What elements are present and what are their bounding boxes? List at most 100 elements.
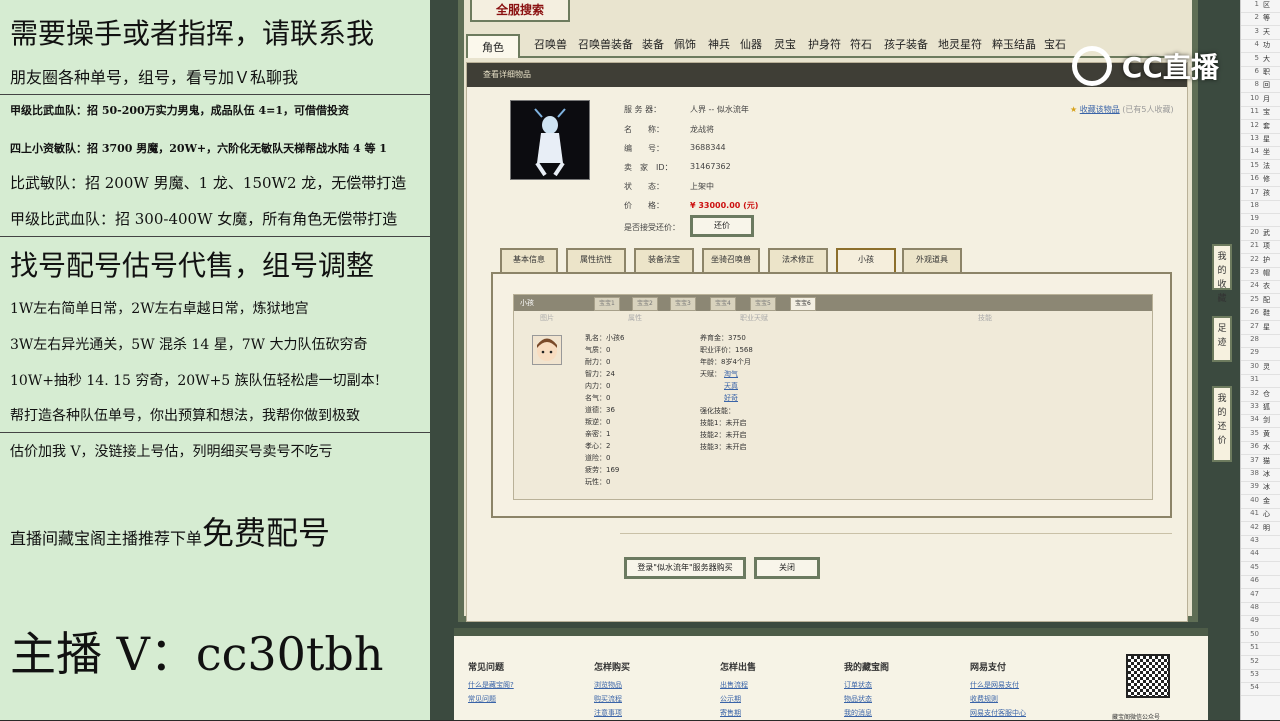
detail-tab-attr[interactable]: 属性抗性 xyxy=(566,248,626,272)
sheet-cell[interactable]: 回 xyxy=(1263,80,1280,90)
baby-tab-3[interactable]: 宝宝3 xyxy=(670,297,696,311)
sheet-cell[interactable]: 坐 xyxy=(1263,147,1280,157)
sheet-cell[interactable]: 星 xyxy=(1263,322,1280,332)
sheet-cell[interactable]: 鞋 xyxy=(1263,308,1280,318)
detail-tab-spell[interactable]: 法术修正 xyxy=(768,248,828,272)
detail-tab-mount[interactable]: 坐骑召唤兽 xyxy=(702,248,760,272)
footer-link[interactable]: 什么是藏宝阁? xyxy=(468,680,514,690)
child-stat: 内力：0 xyxy=(585,382,611,390)
talent-link[interactable]: 好奇 xyxy=(724,393,738,403)
sheet-cell[interactable]: 心 xyxy=(1263,509,1280,519)
detail-tab-basic[interactable]: 基本信息 xyxy=(500,248,558,272)
nav-tab-equip[interactable]: 装备 xyxy=(642,36,664,52)
sheet-cell[interactable]: 大 xyxy=(1263,54,1280,64)
sheet-cell[interactable]: 水 xyxy=(1263,442,1280,452)
sheet-cell[interactable]: 宝 xyxy=(1263,107,1280,117)
sheet-cell[interactable]: 等 xyxy=(1263,13,1280,23)
sheet-cell[interactable]: 冰 xyxy=(1263,482,1280,492)
footer-link[interactable]: 网易支付客服中心 xyxy=(970,708,1026,718)
seller-value: 31467362 xyxy=(690,162,731,171)
sheet-cell[interactable]: 孩 xyxy=(1263,188,1280,198)
nav-tab-star-rune[interactable]: 地灵星符 xyxy=(938,36,982,52)
detail-tab-appearance[interactable]: 外观道具 xyxy=(902,248,962,272)
nav-tab-weapon[interactable]: 神兵 xyxy=(708,36,730,52)
my-bargain-button[interactable]: 我的还价 xyxy=(1212,386,1232,462)
nav-tab-accessory[interactable]: 佩饰 xyxy=(674,36,696,52)
my-favorites-button[interactable]: 我的收藏 xyxy=(1212,244,1232,304)
footer-link[interactable]: 公示期 xyxy=(720,694,741,704)
sheet-row: 50 xyxy=(1241,630,1280,643)
baby-tab-4[interactable]: 宝宝4 xyxy=(710,297,736,311)
nav-tab-runestone[interactable]: 符石 xyxy=(850,36,872,52)
footer-link[interactable]: 我的消息 xyxy=(844,708,872,718)
sheet-cell[interactable]: 衣 xyxy=(1263,281,1280,291)
footer-link[interactable]: 浏览物品 xyxy=(594,680,622,690)
sheet-cell[interactable]: 修 xyxy=(1263,174,1280,184)
detail-tab-equip[interactable]: 装备法宝 xyxy=(634,248,694,272)
child-stat: 乳名：小孩6 xyxy=(585,334,625,342)
global-search-tab[interactable]: 全服搜索 xyxy=(470,0,570,22)
nav-tab-amulet[interactable]: 护身符 xyxy=(808,36,841,52)
footer-link[interactable]: 注意事项 xyxy=(594,708,622,718)
baby-tab-1[interactable]: 宝宝1 xyxy=(594,297,620,311)
seller-label: 卖 家 ID： xyxy=(624,163,673,172)
sheet-cell[interactable]: 区 xyxy=(1263,0,1280,10)
talent-link[interactable]: 淘气 xyxy=(724,369,738,379)
baby-tab-6[interactable]: 宝宝6 xyxy=(790,297,816,311)
sheet-cell[interactable]: 功 xyxy=(1263,40,1280,50)
baby-tab-5[interactable]: 宝宝5 xyxy=(750,297,776,311)
nav-tab-summon-equip[interactable]: 召唤兽装备 xyxy=(578,36,633,52)
footer-link[interactable]: 收费规则 xyxy=(970,694,998,704)
sheet-row: 49 xyxy=(1241,616,1280,630)
sheet-cell[interactable]: 猫 xyxy=(1263,456,1280,466)
nav-tab-artifact[interactable]: 仙器 xyxy=(740,36,762,52)
sheet-cell[interactable]: 冰 xyxy=(1263,469,1280,479)
footer-link[interactable]: 购买流程 xyxy=(594,694,622,704)
name-label: 名 称： xyxy=(624,125,664,134)
sheet-row: 24 衣 xyxy=(1241,281,1280,295)
sheet-cell[interactable]: 黄 xyxy=(1263,429,1280,439)
sheet-cell[interactable]: 明 xyxy=(1263,523,1280,533)
sheet-cell[interactable]: 项 xyxy=(1263,241,1280,251)
nav-tab-child-equip[interactable]: 孩子装备 xyxy=(884,36,928,52)
talent-link[interactable]: 天真 xyxy=(724,381,738,391)
sheet-cell[interactable]: 狐 xyxy=(1263,402,1280,412)
sheet-cell[interactable]: 星 xyxy=(1263,134,1280,144)
sheet-row-number: 23 xyxy=(1250,268,1259,276)
footer-link[interactable]: 出售流程 xyxy=(720,680,748,690)
sheet-cell[interactable]: 配 xyxy=(1263,295,1280,305)
footer-link[interactable]: 物品状态 xyxy=(844,694,872,704)
nav-tab-lingbao[interactable]: 灵宝 xyxy=(774,36,796,52)
close-button[interactable]: 关闭 xyxy=(754,557,820,579)
footer-link[interactable]: 寄售期 xyxy=(720,708,741,718)
nav-tab-jade[interactable]: 粹玉结晶 xyxy=(992,36,1036,52)
nav-tab-summon[interactable]: 召唤兽 xyxy=(534,36,567,52)
sheet-cell[interactable]: 天 xyxy=(1263,27,1280,37)
nav-tab-role[interactable]: 角色 xyxy=(466,34,520,58)
sheet-cell[interactable]: 灵 xyxy=(1263,362,1280,372)
detail-tab-child[interactable]: 小孩 xyxy=(836,248,896,272)
footer-link[interactable]: 什么是网易支付 xyxy=(970,680,1019,690)
sheet-row: 38 冰 xyxy=(1241,469,1280,482)
footer-link[interactable]: 订单状态 xyxy=(844,680,872,690)
sheet-cell[interactable]: 武 xyxy=(1263,228,1280,238)
favorite-link[interactable]: ★ 收藏该物品 (已有5人收藏) xyxy=(1070,104,1174,115)
nav-tab-gem[interactable]: 宝石 xyxy=(1044,36,1066,52)
baby-tab-2[interactable]: 宝宝2 xyxy=(632,297,658,311)
sheet-row-number: 16 xyxy=(1250,174,1259,183)
bargain-button[interactable]: 还价 xyxy=(690,215,754,237)
sheet-cell[interactable]: 套 xyxy=(1263,121,1280,131)
sheet-cell[interactable]: 金 xyxy=(1263,496,1280,506)
footer-link[interactable]: 常见问题 xyxy=(468,694,496,704)
sheet-cell[interactable]: 剑 xyxy=(1263,415,1280,425)
sheet-cell[interactable]: 仓 xyxy=(1263,389,1280,399)
sheet-row: 48 xyxy=(1241,603,1280,616)
sheet-cell[interactable]: 职 xyxy=(1263,67,1280,77)
sheet-cell[interactable]: 护 xyxy=(1263,255,1280,265)
buy-button[interactable]: 登录"似水流年"服务器购买 xyxy=(624,557,746,579)
sheet-cell[interactable]: 帽 xyxy=(1263,268,1280,278)
sheet-cell[interactable]: 法 xyxy=(1263,161,1280,171)
sheet-row-number: 13 xyxy=(1250,134,1259,142)
footprint-button[interactable]: 足迹 xyxy=(1212,316,1232,362)
sheet-cell[interactable]: 月 xyxy=(1263,94,1280,104)
